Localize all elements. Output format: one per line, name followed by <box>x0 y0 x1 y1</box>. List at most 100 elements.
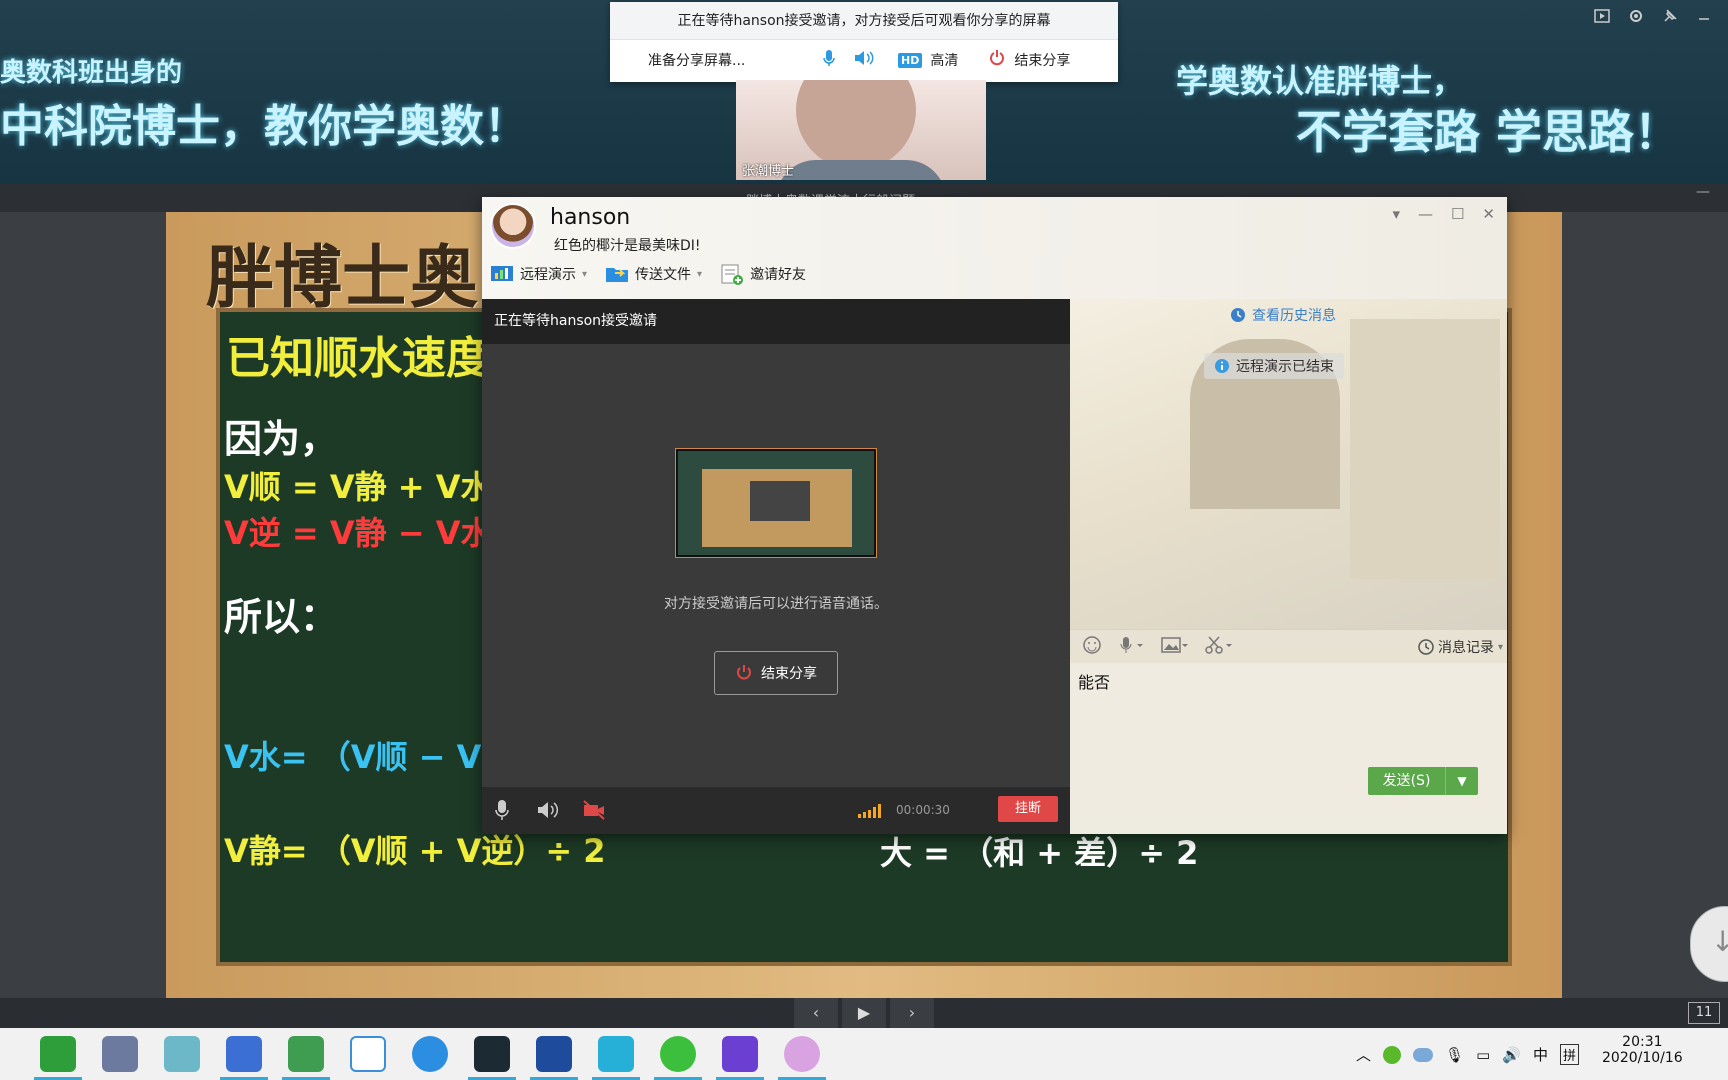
invite-friend-button[interactable]: 邀请好友 <box>720 263 806 285</box>
message-record-button[interactable]: 消息记录 ▾ <box>1418 637 1503 657</box>
video-hint-text: 对方接受邀请后可以进行语音通话。 <box>664 596 888 612</box>
webcam-name: 张潮博士 <box>742 164 795 179</box>
close-icon[interactable]: ✕ <box>1482 205 1495 223</box>
screen-share-bar: 正在等待hanson接受邀请，对方接受后可观看你分享的屏幕 准备分享屏幕... … <box>610 2 1118 82</box>
taskbar-browser-icon[interactable] <box>34 1036 82 1080</box>
power-icon[interactable] <box>988 49 1014 71</box>
chat-toolbar: 远程演示 ▾ 传送文件 ▾ 邀请好友 <box>490 263 806 285</box>
pin-icon[interactable] <box>1660 6 1680 26</box>
contact-name[interactable]: hanson <box>550 205 630 230</box>
taskbar-qq-icon[interactable] <box>778 1036 826 1080</box>
prev-slide-icon[interactable]: ‹ <box>794 998 838 1028</box>
banner-right-line2: 不学套路 学思路！ <box>1296 105 1681 159</box>
message-input[interactable]: 能否 发送(S) ▼ <box>1070 663 1507 834</box>
system-tray: ︿ 🎙 ▭ 🔊 中 拼 <box>1356 1044 1579 1065</box>
maximize-icon[interactable]: ☐ <box>1451 205 1464 223</box>
history-icon <box>1418 639 1434 655</box>
video-end-share-button[interactable]: 结束分享 <box>714 651 838 695</box>
message-panel: 查看历史消息 远程演示已结束 消息记录 ▾ 能否 发送(S) ▼ <box>1070 299 1507 834</box>
taskbar-save-icon[interactable] <box>530 1036 578 1080</box>
contact-avatar[interactable] <box>490 203 536 249</box>
hd-toggle[interactable]: 高清 <box>930 50 988 70</box>
screen-icon[interactable] <box>1592 6 1612 26</box>
gear-icon[interactable] <box>1626 6 1646 26</box>
tray-mic-icon[interactable]: 🎙 <box>1445 1046 1464 1064</box>
webcam-preview: 张潮博士 <box>736 80 986 180</box>
image-icon[interactable] <box>1160 635 1188 659</box>
play-icon[interactable]: ▶ <box>842 998 886 1028</box>
voice-icon[interactable] <box>1118 635 1144 659</box>
taskbar-media-icon[interactable] <box>468 1036 516 1080</box>
microphone-icon[interactable] <box>494 799 510 825</box>
chevron-down-icon[interactable]: ▾ <box>1392 205 1400 223</box>
tray-ime-mode[interactable]: 中 <box>1533 1044 1548 1065</box>
taskbar-chart-icon[interactable] <box>282 1036 330 1080</box>
send-button[interactable]: 发送(S) <box>1368 767 1446 795</box>
screen-thumbnail <box>676 449 876 557</box>
chat-background <box>1070 299 1507 629</box>
equation-1: V顺 = V静 + V水 <box>224 468 493 506</box>
equation-5: 大 = （和 + 差）÷ 2 <box>880 834 1199 872</box>
page-number: 11 <box>1688 1002 1720 1024</box>
taskbar-app-icon[interactable] <box>350 1036 386 1072</box>
microphone-icon[interactable] <box>814 49 844 71</box>
arrow-down-icon: ↓ <box>1711 925 1728 958</box>
equation-2: V逆 = V静 − V水 <box>224 514 493 552</box>
chat-header: hanson 红色的椰汁是最美味DI! ▾ — ☐ ✕ 远程演示 ▾ 传送文件 ▾ … <box>482 197 1507 299</box>
hangup-button[interactable]: 挂断 <box>998 796 1058 822</box>
emoji-icon[interactable] <box>1082 635 1102 659</box>
tray-cloud-icon[interactable] <box>1413 1047 1434 1062</box>
taskbar-cloud-icon[interactable] <box>592 1036 640 1080</box>
tray-battery-icon[interactable]: ▭ <box>1476 1046 1490 1064</box>
chat-window: hanson 红色的椰汁是最美味DI! ▾ — ☐ ✕ 远程演示 ▾ 传送文件 ▾ … <box>482 197 1507 834</box>
minimize-icon[interactable]: — <box>1418 205 1433 223</box>
video-status-text: 正在等待hanson接受邀请 <box>482 299 1070 344</box>
send-options-chevron-icon[interactable]: ▼ <box>1446 767 1478 795</box>
call-control-bar: 00:00:30 挂断 <box>482 787 1070 834</box>
taskbar-wechat-icon[interactable] <box>654 1036 702 1080</box>
scissors-icon[interactable] <box>1204 635 1234 659</box>
webcam-face <box>796 80 916 170</box>
taskbar-feishu-icon[interactable] <box>412 1036 448 1072</box>
remote-demo-button[interactable]: 远程演示 ▾ <box>490 264 587 284</box>
taskbar-meeting-icon[interactable] <box>716 1036 764 1080</box>
message-input-text: 能否 <box>1078 673 1111 692</box>
background-building <box>1350 319 1500 579</box>
clock-time: 20:31 <box>1622 1034 1663 1050</box>
tray-ime-pinyin[interactable]: 拼 <box>1559 1044 1579 1065</box>
taskbar-video-editor-icon[interactable] <box>102 1036 138 1072</box>
slide-title: 胖博士奥 <box>206 239 479 318</box>
speaker-icon[interactable] <box>844 49 884 71</box>
next-slide-icon[interactable]: › <box>890 998 934 1028</box>
folder-icon <box>606 268 629 282</box>
slide-navigation: ‹ ▶ › 11 <box>0 998 1728 1028</box>
slide-heading: 已知顺水速度 <box>226 333 490 384</box>
tray-green-icon[interactable] <box>1383 1045 1402 1064</box>
call-timer: 00:00:30 <box>896 803 950 817</box>
thumbnail-window <box>750 481 810 521</box>
power-icon <box>737 665 751 680</box>
taskbar-clock[interactable]: 20:31 2020/10/16 <box>1602 1034 1683 1066</box>
taskbar-visio-icon[interactable] <box>220 1036 268 1080</box>
taskbar-tool-icon[interactable] <box>164 1036 200 1072</box>
signal-strength-icon <box>858 803 882 822</box>
send-button-group: 发送(S) ▼ <box>1368 767 1478 795</box>
remote-demo-icon <box>491 266 513 281</box>
end-share-button[interactable]: 结束分享 <box>1014 50 1070 70</box>
camera-off-icon[interactable] <box>582 799 606 825</box>
minimize-icon[interactable] <box>1694 6 1714 26</box>
webcam-body <box>776 160 946 180</box>
info-icon <box>1215 359 1229 373</box>
float-assistant-button[interactable]: ↓ <box>1690 906 1728 982</box>
strip-minimize-icon[interactable]: — <box>1696 184 1710 200</box>
clock-date: 2020/10/16 <box>1602 1050 1683 1066</box>
share-status-text: 正在等待hanson接受邀请，对方接受后可观看你分享的屏幕 <box>610 2 1118 40</box>
view-history-link[interactable]: 查看历史消息 <box>1230 305 1336 325</box>
demo-ended-notice: 远程演示已结束 <box>1204 353 1344 379</box>
taskbar: ︿ 🎙 ▭ 🔊 中 拼 20:31 2020/10/16 <box>0 1028 1728 1080</box>
send-file-button[interactable]: 传送文件 ▾ <box>605 264 702 284</box>
speaker-icon[interactable] <box>536 799 560 825</box>
tray-volume-icon[interactable]: 🔊 <box>1502 1046 1521 1064</box>
tray-chevron-up-icon[interactable]: ︿ <box>1356 1044 1371 1065</box>
hd-badge: HD <box>898 52 923 68</box>
